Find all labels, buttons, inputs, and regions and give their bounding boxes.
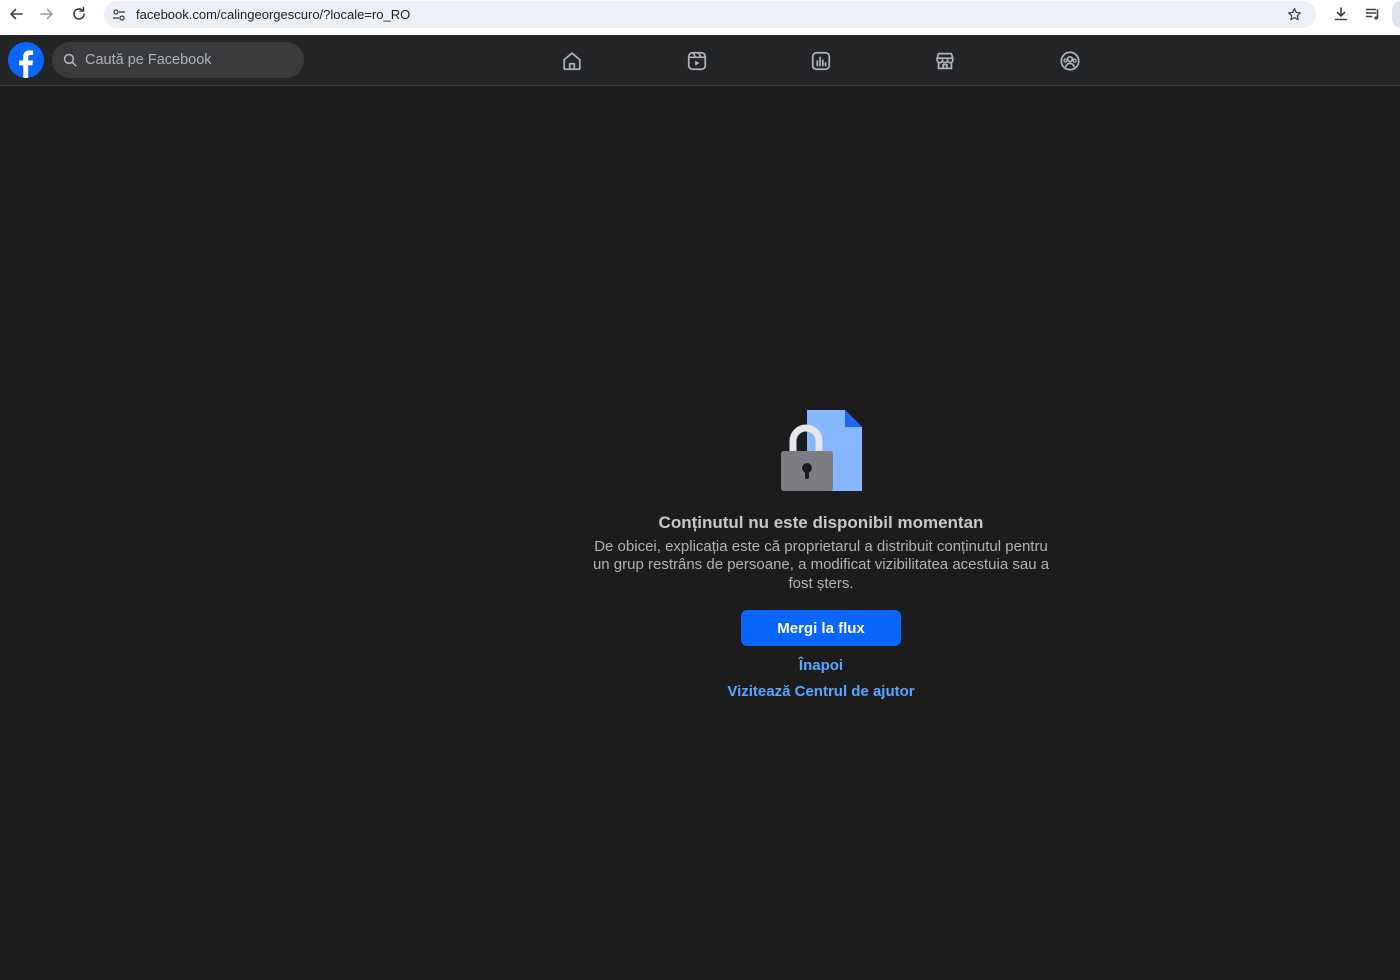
nav-video[interactable] xyxy=(667,35,727,86)
back-link[interactable]: Înapoi xyxy=(621,657,1021,674)
download-icon xyxy=(1334,7,1348,21)
error-description: De obicei, explicația este că proprietar… xyxy=(592,538,1050,592)
back-button[interactable] xyxy=(0,0,32,28)
facebook-header xyxy=(0,35,1400,86)
stats-icon xyxy=(811,51,831,70)
error-title: Conținutul nu este disponibil momentan xyxy=(658,513,984,532)
error-panel: Conținutul nu este disponibil momentan D… xyxy=(0,86,1400,980)
nav-groups[interactable] xyxy=(1040,35,1100,86)
help-center-link[interactable]: Vizitează Centrul de ajutor xyxy=(621,683,1021,700)
locked-document-icon xyxy=(781,410,862,491)
star-icon[interactable] xyxy=(1287,7,1302,22)
groups-icon xyxy=(1060,50,1080,71)
arrow-right-icon xyxy=(40,8,53,20)
go-to-feed-button[interactable]: Mergi la flux xyxy=(741,610,901,646)
reading-list-icon xyxy=(1365,8,1379,20)
search-icon xyxy=(63,53,77,67)
nav-stats[interactable] xyxy=(791,35,851,86)
facebook-f-icon xyxy=(19,50,34,78)
tune-icon[interactable] xyxy=(112,8,126,22)
marketplace-icon xyxy=(936,52,954,69)
nav-marketplace[interactable] xyxy=(915,35,975,86)
downloads-button[interactable] xyxy=(1332,5,1350,23)
profile-button[interactable] xyxy=(1392,1,1400,28)
home-icon xyxy=(563,51,581,70)
search-input[interactable] xyxy=(85,52,285,68)
video-icon xyxy=(687,51,707,70)
address-bar[interactable]: facebook.com/calingeorgescuro/?locale=ro… xyxy=(104,1,1316,28)
url-text[interactable]: facebook.com/calingeorgescuro/?locale=ro… xyxy=(136,7,410,22)
reload-button[interactable] xyxy=(63,0,95,28)
browser-toolbar: facebook.com/calingeorgescuro/?locale=ro… xyxy=(0,0,1400,35)
search-box[interactable] xyxy=(52,42,304,78)
forward-button[interactable] xyxy=(31,0,63,28)
reload-icon xyxy=(73,6,85,20)
arrow-left-icon xyxy=(10,8,23,20)
reading-list-button[interactable] xyxy=(1364,5,1382,23)
facebook-logo[interactable] xyxy=(8,42,44,78)
nav-home[interactable] xyxy=(542,35,602,86)
